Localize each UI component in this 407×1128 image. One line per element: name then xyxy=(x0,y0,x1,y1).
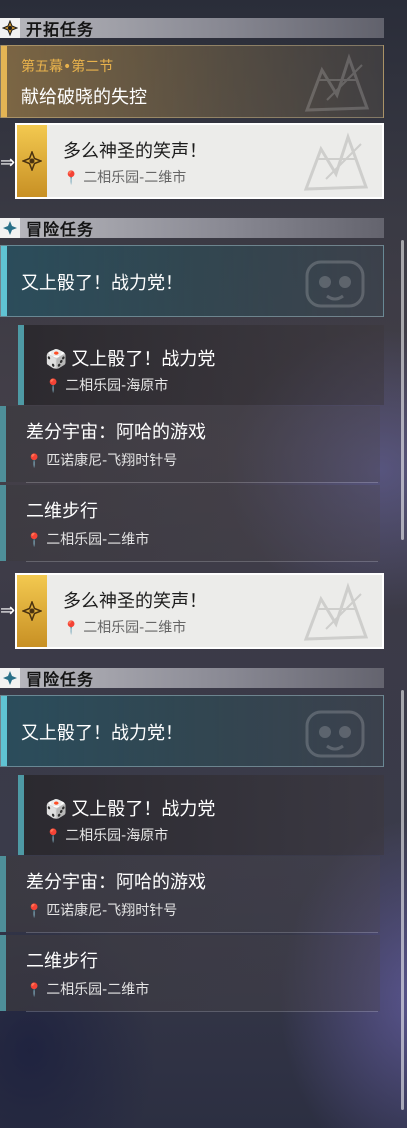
map-pin-icon: 📍 xyxy=(26,454,43,469)
adventure-mission-item[interactable]: 二维步行 📍 二相乐园-二维市 xyxy=(0,935,380,1012)
row-divider xyxy=(26,932,378,933)
adventure-mission-title: 差分宇宙：阿哈的游戏 xyxy=(26,422,206,443)
adventure-step-title: 🎲 又上骰了！战力党 xyxy=(45,345,215,371)
adventure-mission-location-text: 匹诺康尼-飞翔时针号 xyxy=(46,903,178,919)
selected-mission-location-text: 二相乐园-二维市 xyxy=(83,170,187,186)
adventure-group-card[interactable]: 又上骰了！战力党！ xyxy=(0,695,384,767)
map-pin-icon: 📍 xyxy=(45,829,62,844)
adventure-step-title-text: 又上骰了！战力党 xyxy=(71,799,216,820)
selected-watermark-icon xyxy=(303,132,369,191)
selected-mission-location: 📍 二相乐园-二维市 xyxy=(63,167,186,187)
map-pin-icon: 📍 xyxy=(63,621,80,636)
item-accent-bar xyxy=(0,406,6,482)
selected-mission-title: 多么神圣的笑声！ xyxy=(63,591,207,612)
item-accent-bar xyxy=(0,935,6,1011)
raccoon-watermark-icon xyxy=(305,260,365,308)
step-accent-bar xyxy=(18,775,24,855)
adventure-step-card[interactable]: 🎲 又上骰了！战力党 📍 二相乐园-海原市 xyxy=(18,325,384,405)
selected-watermark-icon xyxy=(303,582,369,641)
trailblaze-accent-bar xyxy=(1,46,7,117)
diamond-star-icon xyxy=(0,668,20,688)
selected-mission-card[interactable]: 多么神圣的笑声！ 📍 二相乐园-二维市 xyxy=(15,573,384,649)
adventure-mission-item[interactable]: 差分宇宙：阿哈的游戏 📍 匹诺康尼-飞翔时针号 xyxy=(0,406,380,483)
adventure-group-card[interactable]: 又上骰了！战力党！ xyxy=(0,245,384,317)
trailblaze-emblem-icon xyxy=(22,151,42,171)
map-pin-icon: 📍 xyxy=(63,171,80,186)
selection-arrow-icon: ⇒ xyxy=(0,152,16,173)
map-pin-icon: 📍 xyxy=(26,983,43,998)
step-accent-bar xyxy=(18,325,24,405)
adventure-section-header: 冒险任务 xyxy=(0,218,384,239)
adventure-mission-title: 二维步行 xyxy=(26,501,98,522)
adventure-step-title: 🎲 又上骰了！战力党 xyxy=(45,795,215,821)
row-divider xyxy=(26,1011,378,1012)
trailblaze-mission-chapter: 第五幕•第二节 xyxy=(21,59,114,75)
map-pin-icon: 📍 xyxy=(26,533,43,548)
adventure-mission-title: 差分宇宙：阿哈的游戏 xyxy=(26,872,206,893)
trailblaze-section-title: 开拓任务 xyxy=(26,20,95,39)
adventure-mission-item[interactable]: 二维步行 📍 二相乐园-二维市 xyxy=(0,485,380,562)
adventure-accent-bar xyxy=(1,246,7,316)
selected-mission-stripe xyxy=(17,125,47,197)
adventure-section-header: 冒险任务 xyxy=(0,668,384,689)
adventure-mission-location: 📍 匹诺康尼-飞翔时针号 xyxy=(26,450,177,470)
adventure-mission-location: 📍 二相乐园-二维市 xyxy=(26,529,149,549)
adventure-section-title: 冒险任务 xyxy=(26,670,95,689)
selected-mission-card[interactable]: 多么神圣的笑声！ 📍 二相乐园-二维市 xyxy=(15,123,384,199)
map-pin-icon: 📍 xyxy=(45,379,62,394)
selected-mission-stripe xyxy=(17,575,47,647)
item-accent-bar xyxy=(0,485,6,561)
adventure-section-title: 冒险任务 xyxy=(26,220,95,239)
adventure-accent-bar xyxy=(1,696,7,766)
adventure-mission-location-text: 二相乐园-二维市 xyxy=(46,982,150,998)
trailblaze-section-header: 开拓任务 xyxy=(0,18,384,39)
selection-arrow-icon: ⇒ xyxy=(0,600,16,621)
adventure-mission-location-text: 二相乐园-二维市 xyxy=(46,532,150,548)
dice-icon: 🎲 xyxy=(45,349,68,370)
adventure-group-title: 又上骰了！战力党！ xyxy=(21,273,183,294)
adventure-group-title: 又上骰了！战力党！ xyxy=(21,723,183,744)
raccoon-watermark-icon xyxy=(305,710,365,758)
scrollbar[interactable] xyxy=(401,240,404,540)
adventure-step-title-text: 又上骰了！战力党 xyxy=(71,349,216,370)
adventure-mission-item[interactable]: 差分宇宙：阿哈的游戏 📍 匹诺康尼-飞翔时针号 xyxy=(0,856,380,933)
diamond-star-icon xyxy=(0,218,20,238)
dice-icon: 🎲 xyxy=(45,799,68,820)
trailblaze-mission-title: 献给破晓的失控 xyxy=(21,87,147,108)
trailblaze-emblem-icon xyxy=(22,601,42,621)
adventure-step-location-text: 二相乐园-海原市 xyxy=(65,378,169,394)
adventure-step-location-text: 二相乐园-海原市 xyxy=(65,828,169,844)
adventure-mission-location-text: 匹诺康尼-飞翔时针号 xyxy=(46,453,178,469)
adventure-mission-title: 二维步行 xyxy=(26,951,98,972)
item-accent-bar xyxy=(0,856,6,932)
adventure-step-location: 📍 二相乐园-海原市 xyxy=(45,825,168,845)
trailblaze-watermark-icon xyxy=(304,53,370,112)
trailblaze-mission-card[interactable]: 第五幕•第二节 献给破晓的失控 xyxy=(0,45,384,118)
row-divider xyxy=(26,561,378,562)
selected-mission-location: 📍 二相乐园-二维市 xyxy=(63,617,186,637)
selected-mission-location-text: 二相乐园-二维市 xyxy=(83,620,187,636)
selected-mission-title: 多么神圣的笑声！ xyxy=(63,141,207,162)
adventure-mission-location: 📍 二相乐园-二维市 xyxy=(26,979,149,999)
row-divider xyxy=(26,482,378,483)
map-pin-icon: 📍 xyxy=(26,904,43,919)
adventure-step-card[interactable]: 🎲 又上骰了！战力党 📍 二相乐园-海原市 xyxy=(18,775,384,855)
adventure-mission-location: 📍 匹诺康尼-飞翔时针号 xyxy=(26,900,177,920)
trailblaze-emblem-icon xyxy=(0,18,20,38)
scrollbar[interactable] xyxy=(401,690,404,1110)
adventure-step-location: 📍 二相乐园-海原市 xyxy=(45,375,168,395)
